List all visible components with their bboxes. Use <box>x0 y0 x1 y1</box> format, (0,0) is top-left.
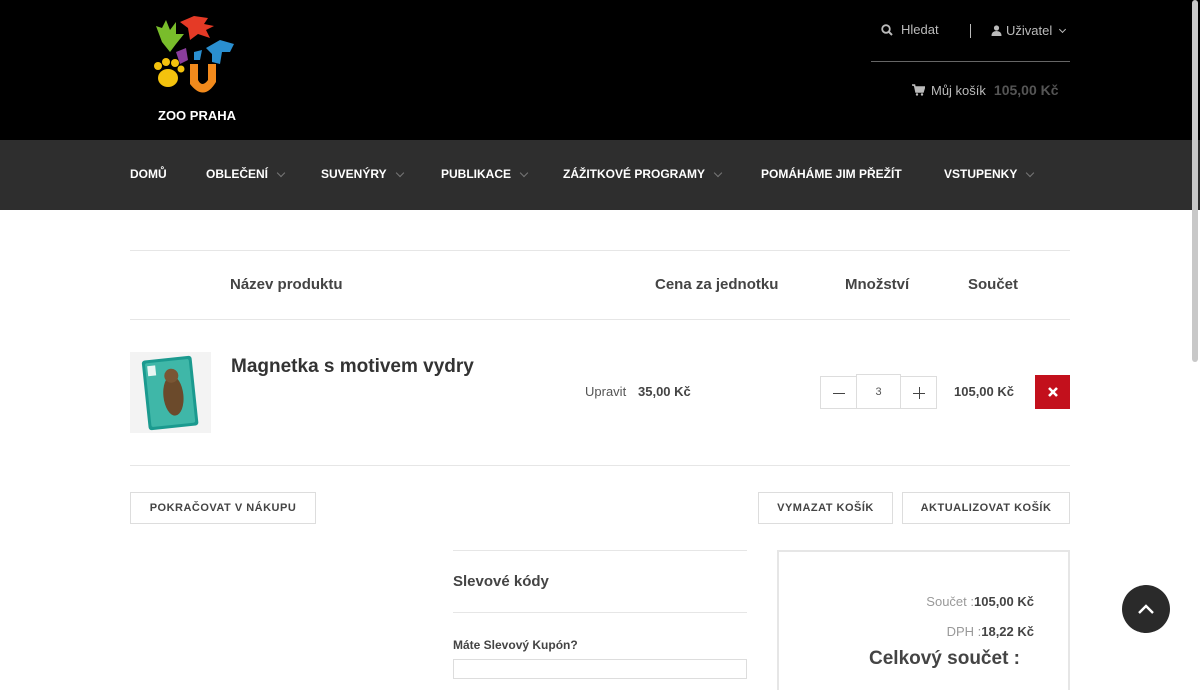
chevron-down-icon <box>276 168 286 177</box>
continue-shopping-button[interactable]: POKRAČOVAT V NÁKUPU <box>130 492 316 524</box>
nav-item-domu[interactable]: DOMŮ <box>130 167 167 181</box>
search-link[interactable]: Hledat <box>881 22 939 37</box>
coupon-question: Máte Slevový Kupón? <box>453 638 578 652</box>
chevron-down-icon <box>713 168 723 177</box>
vat-label: DPH : <box>946 624 982 639</box>
product-thumbnail[interactable] <box>130 352 211 433</box>
header-divider <box>970 24 971 38</box>
nav-item-suvenyry[interactable]: SUVENÝRY <box>321 167 404 181</box>
logo-graphic <box>154 16 234 93</box>
quantity-decrease-button[interactable] <box>820 376 857 409</box>
chevron-down-icon <box>1026 168 1035 177</box>
search-label: Hledat <box>901 22 939 37</box>
nav-item-vstupenky[interactable]: VSTUPENKY <box>944 167 1035 181</box>
subtotal-value: 105,00 Kč <box>974 594 1034 609</box>
nav-label: VSTUPENKY <box>944 167 1018 181</box>
nav-label: POMÁHÁME JIM PŘEŽÍT <box>761 167 902 181</box>
coupon-divider <box>453 612 747 613</box>
logo-text: ZOO PRAHA <box>158 108 236 123</box>
nav-item-publikace[interactable]: PUBLIKACE <box>441 167 529 181</box>
main-navigation: DOMŮ OBLEČENÍ SUVENÝRY PUBLIKACE ZÁŽITKO… <box>0 140 1200 210</box>
zoo-praha-logo[interactable]: ZOO PRAHA <box>150 12 240 127</box>
table-header-border <box>130 319 1070 320</box>
vat-row: DPH :18,22 Kč <box>947 624 1034 639</box>
update-cart-button[interactable]: AKTUALIZOVAT KOŠÍK <box>902 492 1070 524</box>
search-icon <box>881 23 893 36</box>
nav-label: PUBLIKACE <box>441 167 512 181</box>
subtotal-label: Součet : <box>926 594 974 609</box>
header-product-name: Název produktu <box>230 276 343 293</box>
quantity-increase-button[interactable] <box>900 376 937 409</box>
nav-label: DOMŮ <box>130 167 167 181</box>
user-label: Uživatel <box>1006 23 1053 38</box>
chevron-down-icon <box>395 168 404 177</box>
mini-cart[interactable]: Můj košík 105,00 Kč <box>912 82 1059 98</box>
chevron-down-icon <box>1059 25 1067 33</box>
header-unit-price: Cena za jednotku <box>655 276 779 293</box>
chevron-up-icon <box>1138 604 1154 614</box>
coupon-input[interactable] <box>453 659 747 679</box>
edit-link[interactable]: Upravit <box>585 384 626 399</box>
nav-item-pomahame-jim-prezit[interactable]: POMÁHÁME JIM PŘEŽÍT <box>761 167 902 181</box>
chevron-down-icon <box>519 168 529 177</box>
clear-cart-button[interactable]: VYMAZAT KOŠÍK <box>758 492 893 524</box>
user-icon <box>991 25 1002 36</box>
header-quantity: Množství <box>845 276 910 293</box>
nav-item-zazitkove-programy[interactable]: ZÁŽITKOVÉ PROGRAMY <box>563 167 723 181</box>
unit-price: 35,00 Kč <box>638 384 691 399</box>
table-bottom-border <box>130 465 1070 466</box>
back-to-top-button[interactable] <box>1122 585 1170 633</box>
product-name[interactable]: Magnetka s motivem vydry <box>231 356 474 378</box>
cart-label: Můj košík <box>931 82 986 98</box>
minus-icon <box>833 393 845 394</box>
quantity-input[interactable] <box>856 374 901 409</box>
remove-item-button[interactable] <box>1035 375 1070 409</box>
cart-total: 105,00 Kč <box>993 82 1059 98</box>
nav-label: ZÁŽITKOVÉ PROGRAMY <box>563 167 706 181</box>
cart-icon <box>912 84 925 96</box>
close-icon <box>1047 387 1058 397</box>
nav-label: OBLEČENÍ <box>206 167 269 181</box>
row-total: 105,00 Kč <box>954 384 1014 399</box>
vat-value: 18,22 Kč <box>981 624 1034 639</box>
table-top-border <box>130 250 1070 251</box>
coupon-title: Slevové kódy <box>453 573 549 590</box>
nav-item-obleceni[interactable]: OBLEČENÍ <box>206 167 286 181</box>
header-subtotal: Součet <box>968 276 1019 293</box>
cart-totals-box: Součet :105,00 Kč DPH :18,22 Kč Celkový … <box>777 550 1070 690</box>
product-image <box>130 352 211 433</box>
page-scrollbar[interactable] <box>1192 0 1198 362</box>
subtotal-row: Součet :105,00 Kč <box>926 594 1034 609</box>
header-separator <box>871 61 1070 62</box>
coupon-top-border <box>453 550 747 551</box>
nav-label: SUVENÝRY <box>321 167 387 181</box>
grand-total-label: Celkový součet : <box>869 648 1020 669</box>
top-header: ZOO PRAHA Hledat Uživatel Můj košík 105,… <box>0 0 1200 140</box>
plus-icon <box>918 387 920 399</box>
user-menu[interactable]: Uživatel <box>991 23 1067 38</box>
